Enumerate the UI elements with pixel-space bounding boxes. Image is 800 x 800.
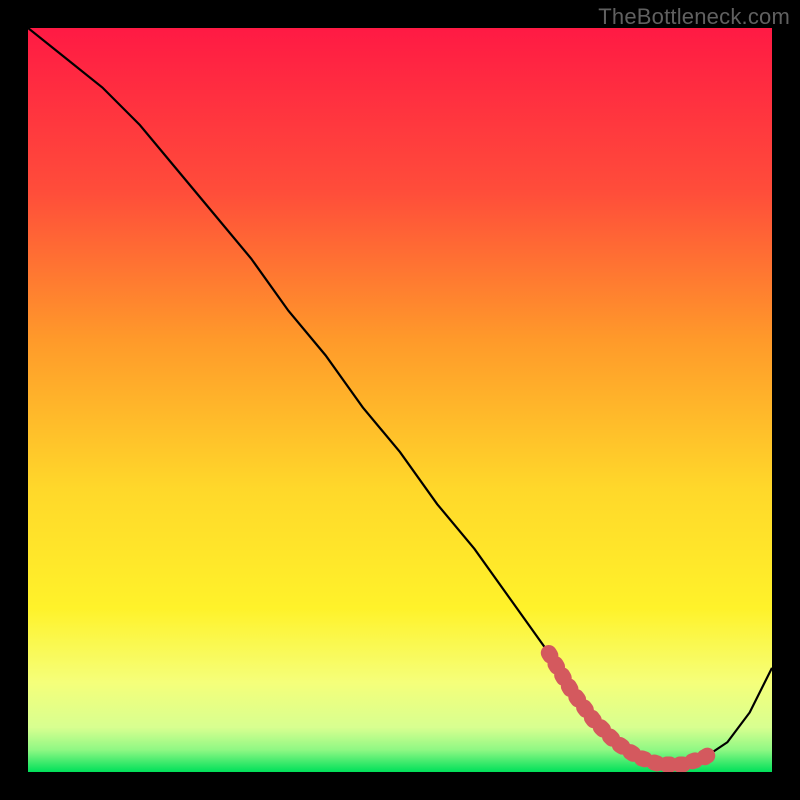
watermark-text: TheBottleneck.com bbox=[598, 4, 790, 30]
gradient-background bbox=[28, 28, 772, 772]
chart-plot-area bbox=[28, 28, 772, 772]
chart-svg bbox=[28, 28, 772, 772]
chart-frame: TheBottleneck.com bbox=[0, 0, 800, 800]
